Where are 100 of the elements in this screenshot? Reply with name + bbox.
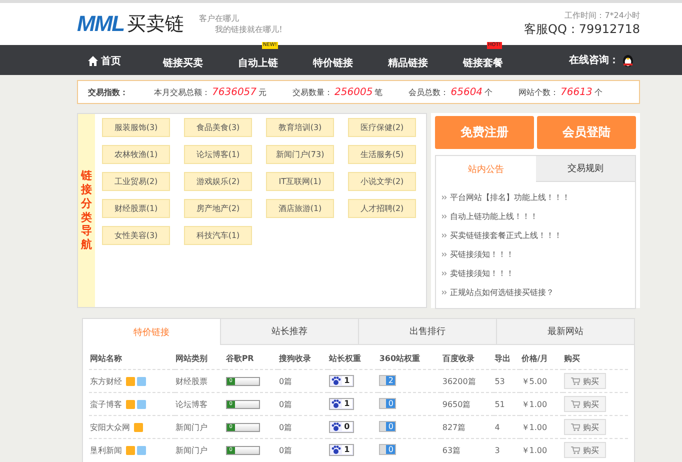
stat-value: 65604 (450, 86, 483, 98)
category-link[interactable]: 财经股票(1) (102, 199, 170, 218)
cart-icon (570, 377, 580, 385)
stats-title: 交易指数： (88, 86, 128, 98)
buy-button[interactable]: 购买 (564, 419, 606, 435)
category-link[interactable]: 房产地产(2) (184, 199, 252, 218)
category-link[interactable]: 服装服饰(3) (102, 118, 170, 137)
service-qq: 客服QQ：79912718 (524, 21, 640, 38)
cart-icon (570, 423, 580, 431)
weight-badge: 1 (329, 374, 354, 386)
badge-icon (134, 422, 143, 432)
stat-unit: 笔 (374, 86, 383, 98)
consult-link[interactable]: 在线咨询： (569, 53, 634, 67)
column-header: 网站名称 (89, 347, 175, 370)
buy-button[interactable]: 购买 (564, 396, 606, 412)
site-name: 蛮子博客 (90, 398, 122, 410)
category-link[interactable]: 论坛博客(1) (184, 145, 252, 164)
notice-link[interactable]: 买链接须知！！！ (450, 249, 514, 260)
category-link[interactable]: 小说文学(2) (348, 172, 416, 191)
column-header: 360站权重 (378, 347, 442, 370)
table-cell: 0篇 (278, 416, 328, 438)
table-cell: 新闻门户 (174, 416, 225, 438)
column-header: 购买 (562, 347, 628, 370)
notice-link[interactable]: 卖链接须知！！！ (450, 268, 514, 279)
notice-link[interactable]: 正规站点如何选链接买链接？ (450, 287, 554, 298)
site-name: 东方财经 (90, 376, 122, 386)
stat-unit: 个 (594, 86, 602, 98)
cart-icon (570, 400, 580, 408)
logo-mark: MML (77, 11, 124, 37)
category-link[interactable]: 科技汽车(1) (184, 226, 252, 245)
penguin-icon (622, 53, 634, 67)
buy-button[interactable]: 购买 (564, 373, 606, 389)
column-header: 价格/月 (520, 347, 563, 370)
category-link[interactable]: 女性美容(3) (102, 226, 170, 245)
table-cell: 3 (494, 438, 520, 461)
category-link[interactable]: 农林牧渔(1) (102, 145, 170, 164)
table-tab[interactable]: 站长推荐 (220, 319, 358, 345)
nav-link[interactable]: 特价链接 (313, 56, 353, 70)
category-link[interactable]: 医疗保健(2) (348, 118, 416, 137)
notice-tab[interactable]: 交易规则 (536, 156, 635, 182)
nav-link[interactable]: 自动上链 (238, 56, 278, 70)
bullet-icon (442, 233, 447, 238)
category-link[interactable]: 食品美食(3) (184, 118, 252, 137)
table-tab[interactable]: 出售排行 (358, 319, 496, 345)
slogan: 我的链接就在哪儿! (215, 24, 282, 35)
table-tab[interactable]: 最新网站 (496, 319, 634, 345)
cart-icon (570, 446, 580, 454)
notice-link[interactable]: 自动上链功能上线！！！ (450, 211, 538, 222)
notice-link[interactable]: 平台网站【排名】功能上线！！！ (450, 192, 570, 203)
table-cell: 53 (494, 370, 520, 392)
weight-badge: 1 (329, 444, 354, 456)
category-link[interactable]: 生活服务(5) (348, 145, 416, 164)
stat-label: 本月交易总额： (154, 86, 210, 98)
weight-badge: 0 (329, 420, 354, 432)
stat-value: 256005 (334, 86, 373, 98)
notice-link[interactable]: 买卖链链接套餐正式上线！！！ (450, 230, 562, 241)
category-link[interactable]: IT互联网(1) (266, 172, 334, 191)
category-link[interactable]: 游戏娱乐(2) (184, 172, 252, 191)
category-link[interactable]: 工业贸易(2) (102, 172, 170, 191)
weight-badge: 0 (379, 398, 396, 409)
column-header: 导出 (494, 347, 520, 370)
category-link[interactable]: 新闻门户(73) (266, 145, 334, 164)
buy-button[interactable]: 购买 (564, 442, 606, 458)
nav-link[interactable]: 链接套餐 (463, 56, 503, 70)
site-name: 安阳大众网 (90, 422, 130, 432)
column-header: 网站类别 (174, 347, 225, 370)
category-link[interactable]: 酒店旅游(1) (266, 199, 334, 218)
table-cell: ￥1.00 (520, 392, 563, 416)
table-cell: 0篇 (278, 370, 328, 392)
category-link[interactable]: 人才招聘(2) (348, 199, 416, 218)
stat-label: 会员总数： (408, 86, 449, 98)
stat-label: 交易数量： (292, 86, 333, 98)
logo-name: 买卖链 (127, 12, 184, 37)
table-cell: 财经股票 (174, 370, 225, 392)
table-cell: ￥1.00 (520, 438, 563, 461)
table-cell: ￥5.00 (520, 370, 563, 392)
weight-badge: 0 (379, 421, 396, 432)
weight-badge: 1 (329, 398, 354, 410)
nav-link[interactable]: 链接买卖 (163, 56, 203, 70)
nav-link[interactable]: 首页 (88, 54, 121, 68)
bullet-icon (442, 290, 447, 295)
work-time: 工作时间：7*24小时 (564, 10, 640, 21)
site-name: 垦利新闻 (90, 444, 122, 456)
stat-value: 76613 (560, 86, 592, 98)
weight-badge: 0 (379, 444, 396, 455)
weight-badge: 2 (379, 375, 396, 386)
bullet-icon (442, 271, 447, 276)
category-link[interactable]: 教育培训(3) (266, 118, 334, 137)
table-cell: 63篇 (441, 438, 494, 461)
table-cell: ￥1.00 (520, 416, 563, 438)
stat-unit: 个 (484, 86, 493, 98)
column-header: 搜狗收录 (278, 347, 328, 370)
nav-link[interactable]: 精品链接 (388, 56, 428, 70)
table-cell: 论坛博客 (174, 392, 225, 416)
table-cell: 36200篇 (441, 370, 494, 392)
stat-unit: 元 (258, 86, 267, 98)
table-cell: 4 (494, 416, 520, 438)
stat-label: 网站个数： (518, 86, 559, 98)
bullet-icon (442, 195, 447, 200)
slogan: 客户在哪儿 (199, 13, 240, 24)
